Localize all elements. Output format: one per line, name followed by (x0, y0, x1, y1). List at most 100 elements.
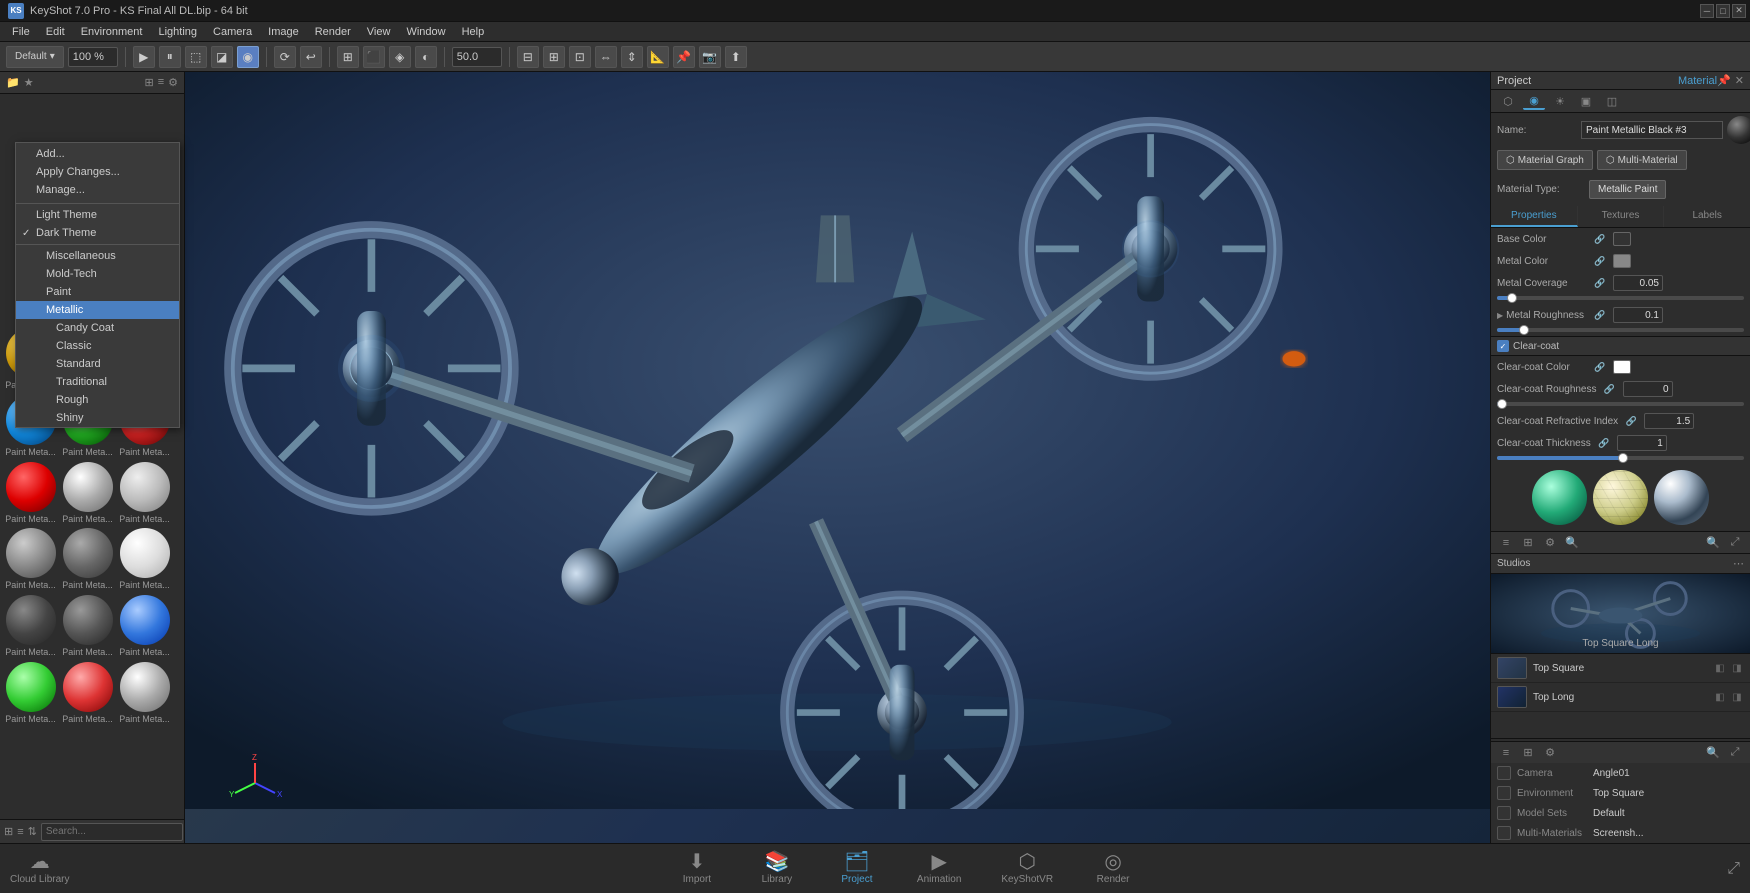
settings-sm-icon[interactable]: ⚙ (1541, 534, 1559, 552)
dropdown-candy-coat[interactable]: Candy Coat (16, 319, 179, 337)
dropdown-paint[interactable]: Paint (16, 283, 179, 301)
clearcoat-roughness-thumb[interactable] (1497, 399, 1507, 409)
clearcoat-refractive-link-icon[interactable]: 🔗 (1624, 414, 1638, 428)
zoom-in-btn[interactable]: ⊞ (543, 46, 565, 68)
studios-section-header[interactable]: Studios ⋯ (1491, 553, 1750, 574)
tab-environment[interactable]: ☀ (1549, 92, 1571, 110)
flip-v-btn[interactable]: ⇕ (621, 46, 643, 68)
swatch-ball-8[interactable] (63, 462, 113, 512)
export-btn[interactable]: ⬆ (725, 46, 747, 68)
menu-camera[interactable]: Camera (205, 25, 260, 39)
render-tab[interactable]: ◎ Render (1083, 848, 1143, 889)
dropdown-metallic[interactable]: Metallic (16, 301, 179, 319)
add-folder-icon[interactable]: 📁 (6, 76, 20, 89)
zoom-input[interactable] (68, 47, 118, 67)
material-name-input[interactable] (1581, 121, 1723, 139)
render-mode-1[interactable]: ⬚ (185, 46, 207, 68)
metal-roughness-thumb[interactable] (1519, 325, 1529, 335)
studio-icon-1b[interactable]: ◨ (1730, 661, 1744, 675)
menu-edit[interactable]: Edit (38, 25, 73, 39)
pause-btn[interactable]: ⏸ (159, 46, 181, 68)
library-tab[interactable]: 📚 Library (747, 848, 807, 889)
pin-panel-icon[interactable]: 📌 (1717, 74, 1731, 87)
import-tab[interactable]: ⬇ Import (667, 848, 727, 889)
clearcoat-roughness-input[interactable] (1623, 381, 1673, 397)
animation-tab[interactable]: ▶ Animation (907, 848, 971, 889)
list-icon[interactable]: ≡ (1497, 534, 1515, 552)
render-mode-3[interactable]: ◉ (237, 46, 259, 68)
toggle-grid[interactable]: ⊞ (337, 46, 359, 68)
tab-material[interactable]: ◉ (1523, 92, 1545, 110)
panel-search-input[interactable] (41, 823, 183, 841)
clearcoat-thickness-link-icon[interactable]: 🔗 (1597, 436, 1611, 450)
screenshot-btn[interactable]: 📷 (699, 46, 721, 68)
preview-sphere-hex[interactable] (1593, 470, 1648, 525)
swatch-ball-11[interactable] (63, 528, 113, 578)
preview-sphere-env[interactable] (1532, 470, 1587, 525)
tab-scene[interactable]: ⬡ (1497, 92, 1519, 110)
clearcoat-thickness-thumb[interactable] (1618, 453, 1628, 463)
flip-h-btn[interactable]: ⇔ (595, 46, 617, 68)
menu-window[interactable]: Window (398, 25, 453, 39)
dropdown-mold-tech[interactable]: Mold-Tech (16, 265, 179, 283)
studio-big-thumbnail[interactable]: Top Square Long (1491, 574, 1750, 654)
dropdown-standard[interactable]: Standard (16, 355, 179, 373)
toggle-bg[interactable]: ⬛ (363, 46, 385, 68)
star-icon[interactable]: ★ (24, 76, 34, 89)
swatch-ball-15[interactable] (120, 595, 170, 645)
expand-btn[interactable]: ⤢ (1727, 860, 1740, 878)
studio-icon-2a[interactable]: ◧ (1713, 690, 1727, 704)
measure-btn[interactable]: 📐 (647, 46, 669, 68)
clearcoat-color-swatch[interactable] (1613, 360, 1631, 374)
menu-lighting[interactable]: Lighting (150, 25, 205, 39)
swatch-ball-7[interactable] (6, 462, 56, 512)
maximize-btn[interactable]: □ (1716, 4, 1730, 18)
dropdown-light-theme[interactable]: Light Theme (16, 206, 179, 224)
menu-file[interactable]: File (4, 25, 38, 39)
material-type-display[interactable]: Metallic Paint (1589, 180, 1666, 199)
base-color-swatch[interactable] (1613, 232, 1631, 246)
studios-more-icon[interactable]: ⋯ (1733, 557, 1744, 570)
sort-icon[interactable]: ⇅ (28, 823, 37, 841)
dropdown-miscellaneous[interactable]: Miscellaneous (16, 247, 179, 265)
render-value-input[interactable] (452, 47, 502, 67)
multi-mat-check[interactable] (1497, 826, 1511, 840)
keyshot-vr-tab[interactable]: ⬡ KeyShotVR (991, 848, 1063, 889)
info-icon-1[interactable]: ≡ (1497, 744, 1515, 762)
metal-color-link-icon[interactable]: 🔗 (1593, 254, 1607, 268)
dropdown-rough[interactable]: Rough (16, 391, 179, 409)
dropdown-add[interactable]: Add... (16, 145, 179, 163)
metal-roughness-input[interactable] (1613, 307, 1663, 323)
viewport[interactable]: X Y Z (185, 72, 1490, 843)
close-btn[interactable]: ✕ (1732, 4, 1746, 18)
preview-sphere-chrome[interactable] (1654, 470, 1709, 525)
view-back[interactable]: ↩ (300, 46, 322, 68)
tab-image[interactable]: ▣ (1575, 92, 1597, 110)
clearcoat-check[interactable]: ✓ (1497, 340, 1509, 352)
metal-coverage-link-icon[interactable]: 🔗 (1593, 276, 1607, 290)
clearcoat-color-link-icon[interactable]: 🔗 (1593, 360, 1607, 374)
grid-icon[interactable]: ⊞ (144, 76, 153, 89)
dropdown-apply-changes[interactable]: Apply Changes... (16, 163, 179, 181)
cloud-library-tab[interactable]: ☁ Cloud Library (10, 852, 69, 885)
tab-render[interactable]: ◫ (1601, 92, 1623, 110)
settings-icon[interactable]: ⚙ (168, 76, 178, 89)
dropdown-classic[interactable]: Classic (16, 337, 179, 355)
clearcoat-roughness-slider[interactable] (1497, 402, 1744, 406)
studio-icon-2b[interactable]: ◨ (1730, 690, 1744, 704)
sub-tab-properties[interactable]: Properties (1491, 206, 1578, 227)
metal-roughness-slider[interactable] (1497, 328, 1744, 332)
zoom-out-btn[interactable]: ⊟ (517, 46, 539, 68)
list-icon[interactable]: ≡ (158, 76, 164, 89)
swatch-ball-12[interactable] (120, 528, 170, 578)
minimize-btn[interactable]: ─ (1700, 4, 1714, 18)
clearcoat-thickness-input[interactable] (1617, 435, 1667, 451)
dropdown-dark-theme[interactable]: Dark Theme (16, 224, 179, 242)
sub-tab-textures[interactable]: Textures (1578, 206, 1665, 227)
menu-view[interactable]: View (359, 25, 399, 39)
info-icon-2[interactable]: ⊞ (1519, 744, 1537, 762)
dropdown-manage[interactable]: Manage... (16, 181, 179, 199)
toggle-obj[interactable]: ◈ (389, 46, 411, 68)
search-sm-icon[interactable]: 🔍 (1563, 534, 1581, 552)
dropdown-traditional[interactable]: Traditional (16, 373, 179, 391)
